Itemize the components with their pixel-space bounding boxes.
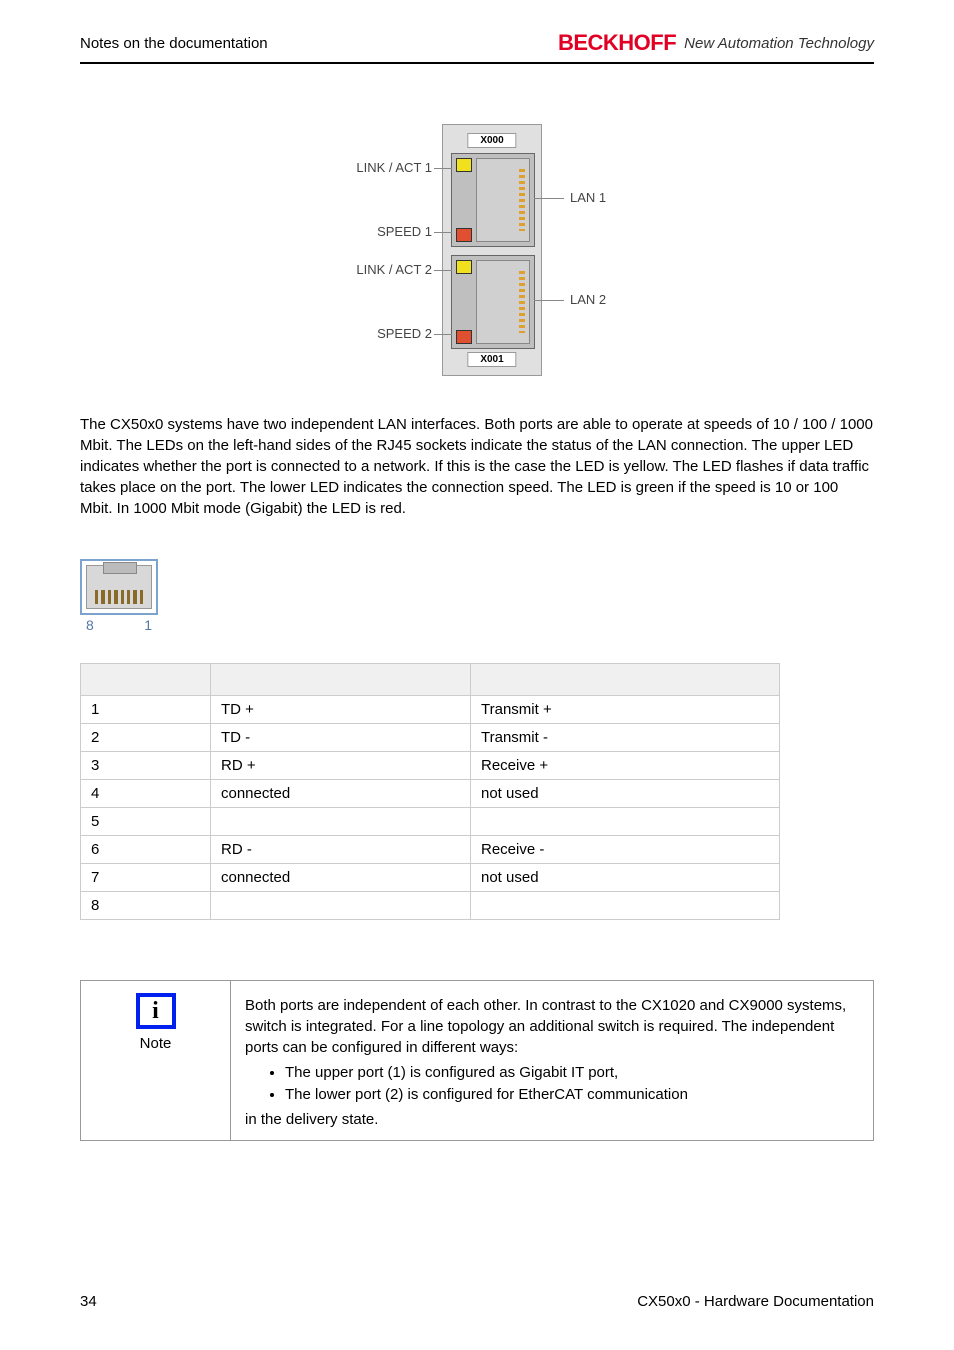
port-label-bottom: X001 [467,352,516,367]
note-label: Note [81,1035,230,1052]
page-footer: 34 CX50x0 - Hardware Documentation [80,1293,874,1310]
table-cell: 6 [81,836,211,864]
table-cell: 1 [81,696,211,724]
callout-line [434,334,452,335]
callout-speed2: SPEED 2 [322,326,432,341]
table-cell: 8 [81,892,211,920]
brand-logo: BECKHOFF [558,30,676,56]
table-row: 2TD -Transmit - [81,724,780,752]
table-row: 3RD +Receive + [81,752,780,780]
table-cell [211,892,471,920]
note-bullet: The upper port (1) is configured as Giga… [285,1062,859,1083]
table-cell: TD + [211,696,471,724]
table-cell: Transmit + [471,696,780,724]
rj45-pinout-thumbnail: 8 1 [80,559,158,633]
table-cell: 4 [81,780,211,808]
pin-number-left: 8 [86,617,94,633]
lan-ports-figure: X000 X001 LINK / ACT 1 SPEED 1 LINK / AC… [322,124,632,384]
table-row: 7connectednot used [81,864,780,892]
table-cell: 7 [81,864,211,892]
info-icon [136,993,176,1029]
page-header: Notes on the documentation BECKHOFF New … [80,30,874,64]
callout-line [534,300,564,301]
link-led-icon [456,260,472,274]
note-bullet: The lower port (2) is configured for Eth… [285,1084,859,1105]
table-cell [211,808,471,836]
table-row: 5 [81,808,780,836]
table-cell [471,892,780,920]
table-cell: 2 [81,724,211,752]
port-label-top: X000 [467,133,516,148]
header-brand: BECKHOFF New Automation Technology [558,30,874,56]
table-cell: RD + [211,752,471,780]
brand-tagline: New Automation Technology [684,35,874,52]
table-cell: connected [211,780,471,808]
device-outline: X000 X001 [442,124,542,376]
table-cell: not used [471,864,780,892]
note-tail-text: in the delivery state. [245,1109,859,1130]
callout-line [534,198,564,199]
callout-lan1: LAN 1 [570,190,606,205]
callout-lan2: LAN 2 [570,292,606,307]
speed-led-icon [456,228,472,242]
callout-link2: LINK / ACT 2 [322,262,432,277]
speed-led-icon [456,330,472,344]
table-cell: connected [211,864,471,892]
note-lead-text: Both ports are independent of each other… [245,995,859,1058]
rj45-port-2 [451,255,535,349]
table-cell: Receive - [471,836,780,864]
header-section-title: Notes on the documentation [80,35,268,52]
callout-line [434,232,452,233]
pin-number-right: 1 [144,617,152,633]
table-cell: 3 [81,752,211,780]
note-bullet-list: The upper port (1) is configured as Giga… [285,1062,859,1105]
rj45-socket-icon [476,260,530,344]
table-cell: not used [471,780,780,808]
callout-speed1: SPEED 1 [322,224,432,239]
callout-line [434,168,452,169]
table-row: 8 [81,892,780,920]
table-row: 4connectednot used [81,780,780,808]
note-box: Note Both ports are independent of each … [80,980,874,1141]
callout-link1: LINK / ACT 1 [322,160,432,175]
table-cell [471,808,780,836]
table-cell: Receive + [471,752,780,780]
table-cell: 5 [81,808,211,836]
table-cell: Transmit - [471,724,780,752]
pinout-table: 1TD +Transmit +2TD -Transmit -3RD +Recei… [80,663,780,920]
table-cell: TD - [211,724,471,752]
table-row: 6RD -Receive - [81,836,780,864]
table-cell: RD - [211,836,471,864]
link-led-icon [456,158,472,172]
rj45-port-1 [451,153,535,247]
table-row: 1TD +Transmit + [81,696,780,724]
callout-line [434,270,452,271]
page-number: 34 [80,1293,97,1310]
doc-title: CX50x0 - Hardware Documentation [637,1293,874,1310]
body-paragraph: The CX50x0 systems have two independent … [80,414,874,519]
rj45-socket-icon [476,158,530,242]
